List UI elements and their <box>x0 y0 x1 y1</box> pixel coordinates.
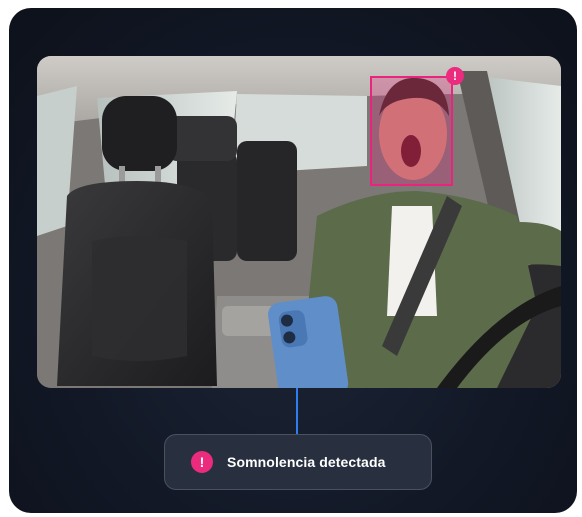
alert-label: Somnolencia detectada <box>227 454 386 470</box>
face-detection-box <box>370 76 453 186</box>
alert-connector-line <box>296 388 298 434</box>
exclamation-icon: ! <box>446 67 464 85</box>
detection-card: ! ! Somnolencia detectada <box>9 8 577 513</box>
exclamation-icon: ! <box>191 451 213 473</box>
drowsiness-alert: ! Somnolencia detectada <box>164 434 432 490</box>
camera-feed: ! <box>37 56 561 388</box>
cabin-image <box>37 56 561 388</box>
